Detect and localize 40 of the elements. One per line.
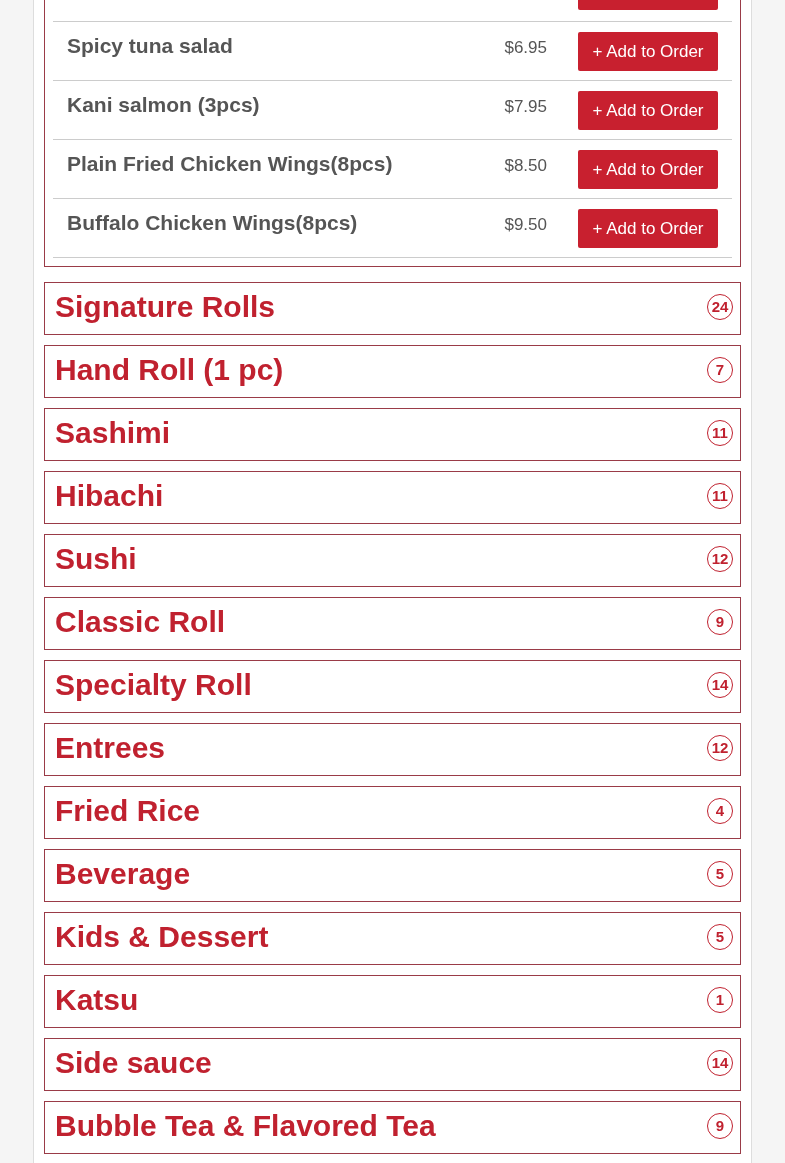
item-price: $8.50 (503, 156, 547, 176)
category-header[interactable]: Kids & Dessert 5 (44, 912, 741, 965)
category-header[interactable]: Fried Rice 4 (44, 786, 741, 839)
category-header[interactable]: Specialty Roll 14 (44, 660, 741, 713)
category-header[interactable]: Classic Roll 9 (44, 597, 741, 650)
category-title: Kids & Dessert (55, 919, 270, 954)
category-title: Hibachi (55, 478, 165, 513)
category-title: Classic Roll (55, 604, 227, 639)
add-to-order-button[interactable]: + Add to Order (578, 91, 718, 130)
category-title: Hand Roll (1 pc) (55, 352, 285, 387)
category-title: Side sauce (55, 1045, 213, 1080)
item-name: Buffalo Chicken Wings(8pcs) (67, 211, 359, 235)
category-title: Beverage (55, 856, 192, 891)
category-header[interactable]: Hibachi 11 (44, 471, 741, 524)
category-title: Bubble Tea & Flavored Tea (55, 1108, 437, 1143)
category-title: Sashimi (55, 415, 172, 450)
item-price: $9.50 (503, 215, 547, 235)
category-title: Entrees (55, 730, 167, 765)
category-header[interactable]: Sushi 12 (44, 534, 741, 587)
add-to-order-button[interactable]: + Add to Order (578, 32, 718, 71)
item-name: Kani salmon (3pcs) (67, 93, 261, 117)
category-title: Specialty Roll (55, 667, 253, 702)
category-header[interactable]: Sashimi 11 (44, 408, 741, 461)
item-price: $7.95 (503, 97, 547, 117)
category-header[interactable]: Signature Rolls 24 (44, 282, 741, 335)
category-title: Fried Rice (55, 793, 202, 828)
category-header[interactable]: Entrees 12 (44, 723, 741, 776)
category-title: Signature Rolls (55, 289, 277, 324)
item-price: $6.95 (503, 38, 547, 58)
category-title: Sushi (55, 541, 138, 576)
category-header[interactable]: Hand Roll (1 pc) 7 (44, 345, 741, 398)
category-header[interactable]: Side sauce 14 (44, 1038, 741, 1091)
category-header[interactable]: Katsu 1 (44, 975, 741, 1028)
category-title: Katsu (55, 982, 140, 1017)
add-to-order-button[interactable]: + Add to Order (578, 150, 718, 189)
item-name: Plain Fried Chicken Wings(8pcs) (67, 152, 394, 176)
category-header[interactable]: Bubble Tea & Flavored Tea 9 (44, 1101, 741, 1154)
category-header[interactable]: Beverage 5 (44, 849, 741, 902)
item-name: Spicy tuna salad (67, 34, 234, 58)
add-to-order-button[interactable]: + Add to Order (578, 209, 718, 248)
